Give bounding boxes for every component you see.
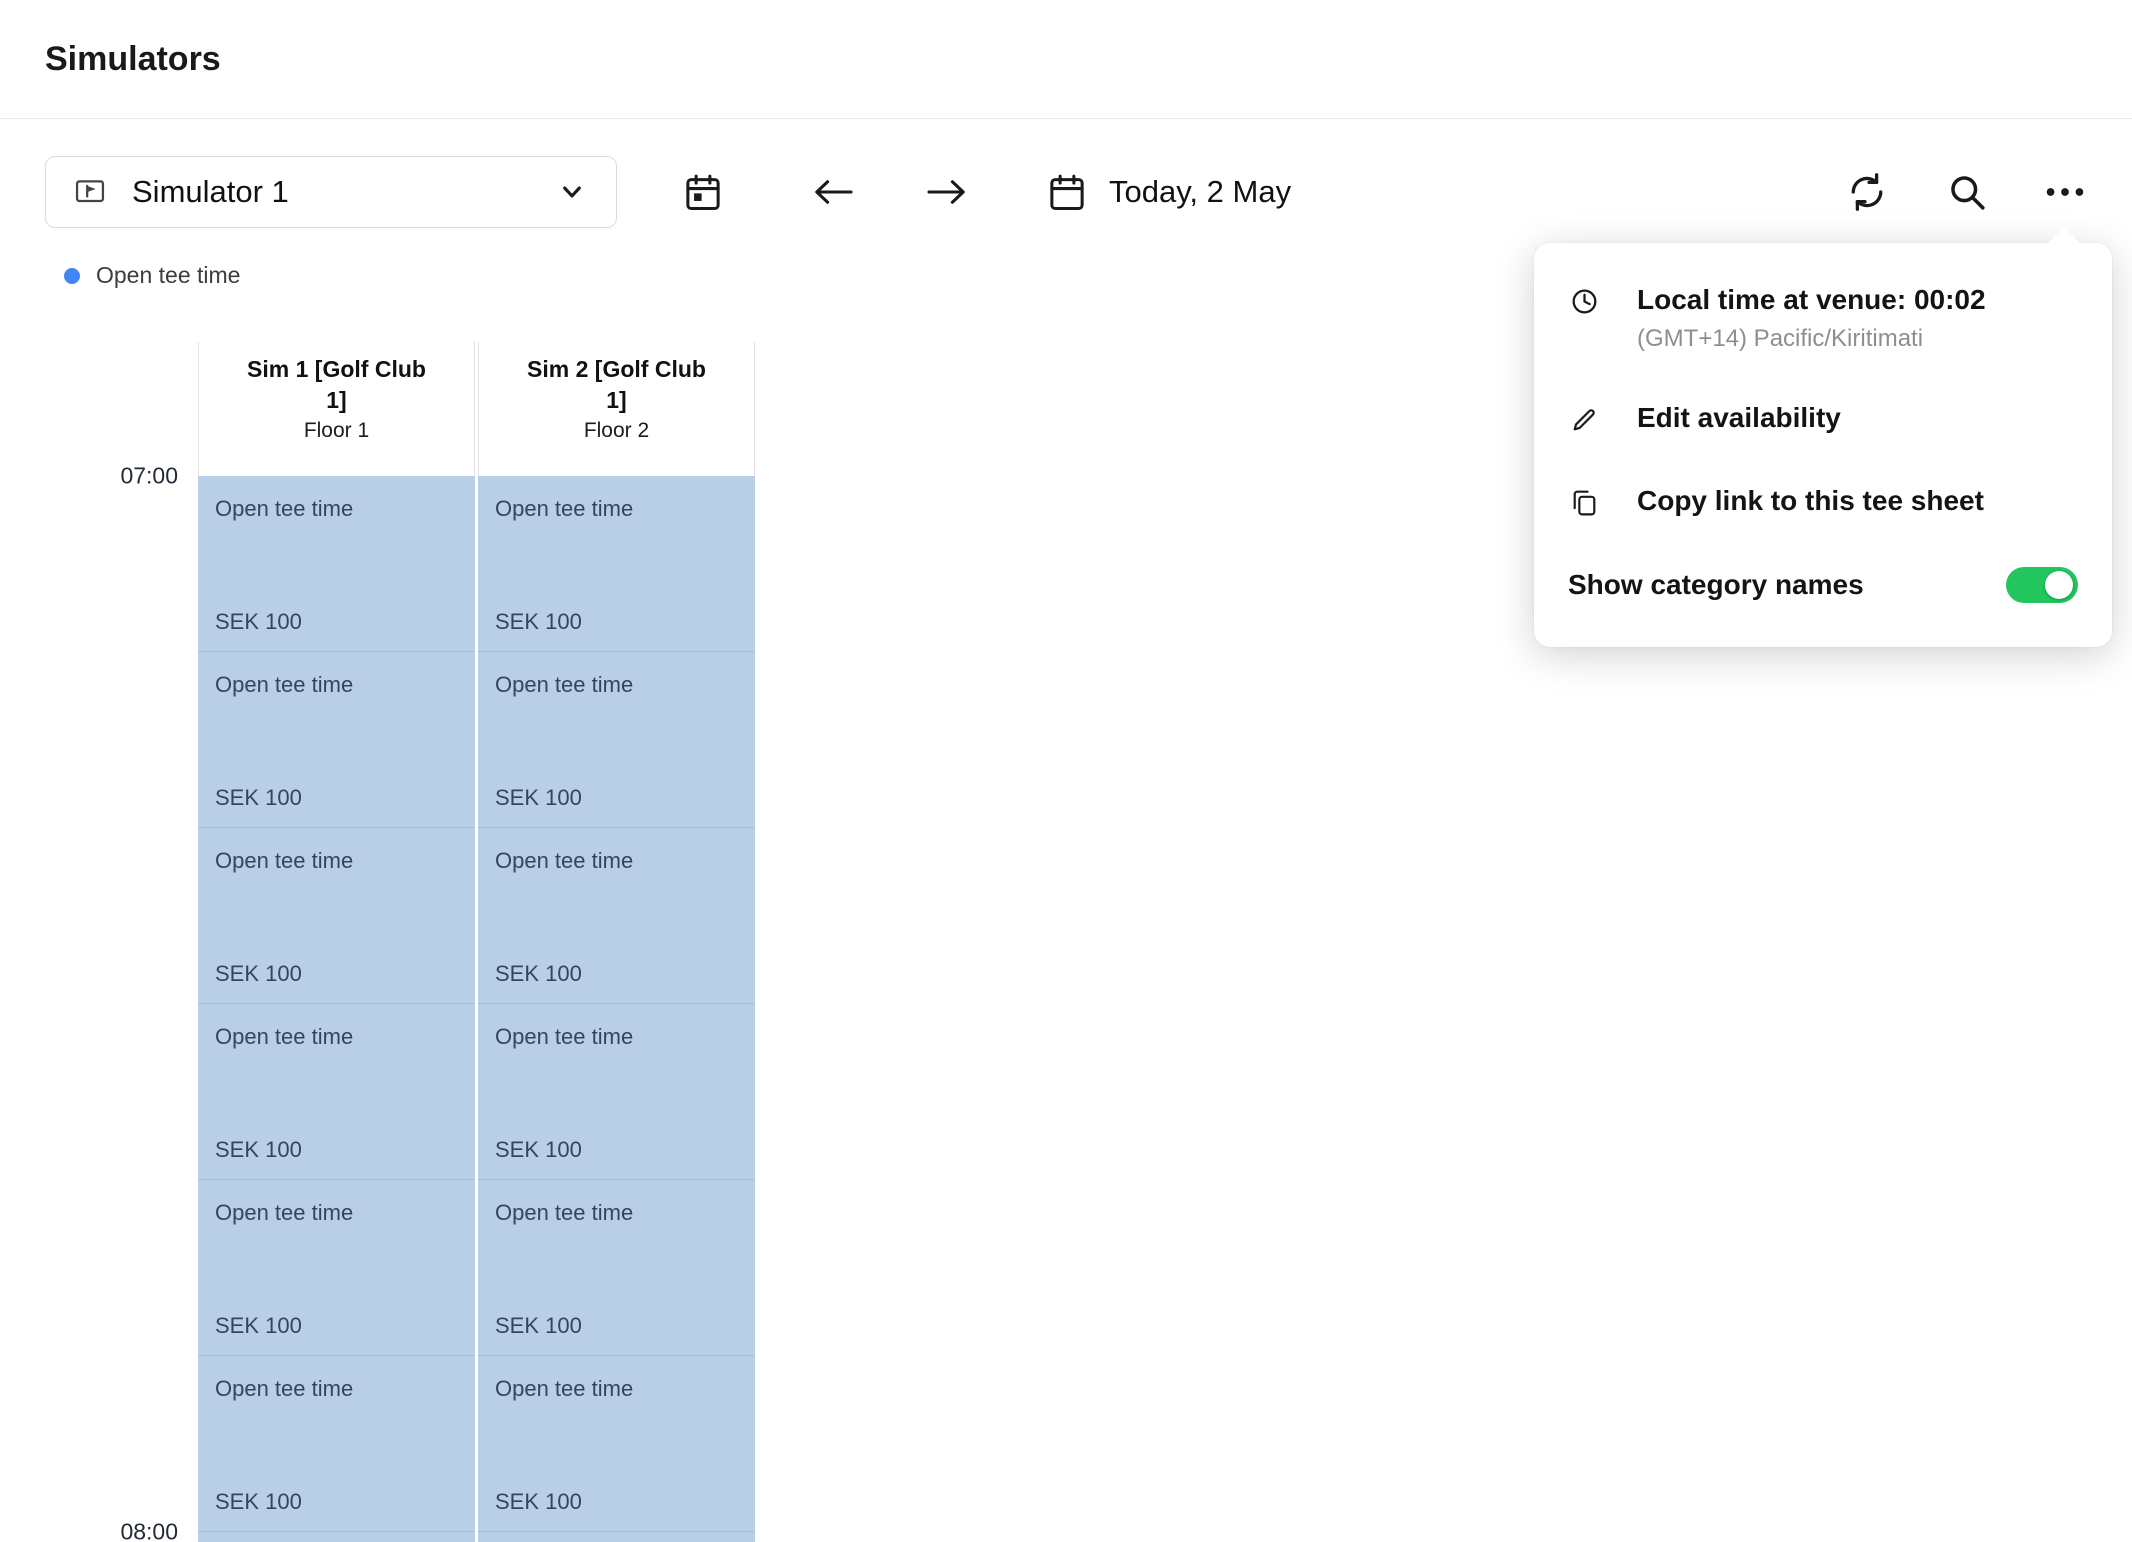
menu-item-edit-availability[interactable]: Edit availability <box>1568 401 2078 436</box>
tee-time-slot[interactable]: Open tee time SEK 100 <box>198 1356 475 1532</box>
app-root: Simulators Simulator 1 <box>0 0 2132 1542</box>
more-options-button[interactable] <box>2043 170 2087 214</box>
slot-price: SEK 100 <box>495 785 582 811</box>
simulator-select-value: Simulator 1 <box>132 174 530 210</box>
legend-dot <box>64 268 80 284</box>
date-label: Today, 2 May <box>1109 174 1291 210</box>
slot-price: SEK 100 <box>495 1137 582 1163</box>
slot-label: Open tee time <box>495 1024 755 1050</box>
tee-time-slot[interactable]: Open tee time SEK 100 <box>198 1532 475 1542</box>
search-button[interactable] <box>1945 170 1989 214</box>
toggle-knob <box>2045 571 2073 599</box>
slot-label: Open tee time <box>215 672 475 698</box>
slot-label: Open tee time <box>215 1376 475 1402</box>
slot-price: SEK 100 <box>215 609 302 635</box>
slot-label: Open tee time <box>495 496 755 522</box>
slot-label: Open tee time <box>495 1200 755 1226</box>
tee-time-slot[interactable]: Open tee time SEK 100 <box>478 1180 755 1356</box>
tee-time-slot[interactable]: Open tee time SEK 100 <box>478 652 755 828</box>
slot-price: SEK 100 <box>215 1489 302 1515</box>
slot-label: Open tee time <box>495 672 755 698</box>
slot-price: SEK 100 <box>215 1313 302 1339</box>
tee-time-slot[interactable]: Open tee time SEK 100 <box>478 828 755 1004</box>
menu-item-label: Copy link to this tee sheet <box>1637 484 1984 518</box>
jump-to-date-button[interactable] <box>681 170 725 214</box>
slot-price: SEK 100 <box>495 1489 582 1515</box>
page-title: Simulators <box>45 40 221 79</box>
column-header: Sim 1 [Golf Club 1] Floor 1 <box>198 342 475 476</box>
tee-time-slot[interactable]: Open tee time SEK 100 <box>478 476 755 652</box>
tee-time-slot[interactable]: Open tee time SEK 100 <box>478 1532 755 1542</box>
tee-time-slot[interactable]: Open tee time SEK 100 <box>198 652 475 828</box>
menu-caret <box>2047 227 2081 261</box>
clock-icon <box>1568 283 1601 318</box>
local-time-item: Local time at venue: 00:02 (GMT+14) Paci… <box>1568 283 2078 353</box>
toggle-label: Show category names <box>1568 568 1864 602</box>
time-gutter: 07:00 08:00 <box>0 342 198 1542</box>
sheet-column-sim2: Sim 2 [Golf Club 1] Floor 2 Open tee tim… <box>478 342 755 1542</box>
time-label: 07:00 <box>120 463 178 490</box>
copy-icon <box>1568 484 1601 519</box>
sheet-column-sim1: Sim 1 [Golf Club 1] Floor 1 Open tee tim… <box>198 342 475 1542</box>
slot-label: Open tee time <box>495 848 755 874</box>
tee-time-slot[interactable]: Open tee time SEK 100 <box>478 1356 755 1532</box>
local-time-subtitle: (GMT+14) Pacific/Kiritimati <box>1637 325 1986 353</box>
calendar-icon <box>1045 170 1089 214</box>
tee-time-slot[interactable]: Open tee time SEK 100 <box>478 1004 755 1180</box>
tee-time-slot[interactable]: Open tee time SEK 100 <box>198 828 475 1004</box>
legend-label: Open tee time <box>96 262 240 289</box>
slot-price: SEK 100 <box>215 785 302 811</box>
arrow-left-icon <box>809 172 857 212</box>
tee-time-slot[interactable]: Open tee time SEK 100 <box>198 1180 475 1356</box>
column-subtitle: Floor 2 <box>479 419 754 443</box>
column-cells: Open tee time SEK 100 Open tee time SEK … <box>198 476 475 1542</box>
slot-label: Open tee time <box>215 848 475 874</box>
column-subtitle: Floor 1 <box>199 419 474 443</box>
tee-time-slot[interactable]: Open tee time SEK 100 <box>198 1004 475 1180</box>
page-header: Simulators <box>0 0 2132 119</box>
slot-price: SEK 100 <box>495 1313 582 1339</box>
prev-day-button[interactable] <box>809 172 857 212</box>
arrow-right-icon <box>923 172 971 212</box>
next-day-button[interactable] <box>923 172 971 212</box>
tee-time-slot[interactable]: Open tee time SEK 100 <box>198 476 475 652</box>
simulator-select[interactable]: Simulator 1 <box>45 156 617 228</box>
show-category-names-toggle[interactable] <box>2006 567 2078 603</box>
simulator-icon <box>72 174 108 210</box>
slot-price: SEK 100 <box>495 961 582 987</box>
chevron-down-icon <box>554 174 590 210</box>
time-label: 08:00 <box>120 1519 178 1542</box>
tee-sheet: 07:00 08:00 Sim 1 [Golf Club 1] Floor 1 … <box>0 342 758 1542</box>
options-menu: Local time at venue: 00:02 (GMT+14) Paci… <box>1534 243 2112 647</box>
show-category-names-row: Show category names <box>1568 567 2078 603</box>
column-title: Sim 2 [Golf Club 1] <box>514 354 719 416</box>
refresh-button[interactable] <box>1845 170 1889 214</box>
slot-label: Open tee time <box>215 1024 475 1050</box>
date-display[interactable]: Today, 2 May <box>1045 170 1291 214</box>
slot-label: Open tee time <box>215 1200 475 1226</box>
slot-label: Open tee time <box>495 1376 755 1402</box>
ellipsis-icon <box>2043 170 2087 214</box>
slot-price: SEK 100 <box>495 609 582 635</box>
column-header: Sim 2 [Golf Club 1] Floor 2 <box>478 342 755 476</box>
slot-price: SEK 100 <box>215 961 302 987</box>
local-time-title: Local time at venue: 00:02 <box>1637 283 1986 317</box>
refresh-icon <box>1845 170 1889 214</box>
toolbar: Simulator 1 <box>45 156 2087 228</box>
slot-label: Open tee time <box>215 496 475 522</box>
menu-item-label: Edit availability <box>1637 401 1841 435</box>
column-title: Sim 1 [Golf Club 1] <box>234 354 439 416</box>
calendar-day-icon <box>681 170 725 214</box>
column-cells: Open tee time SEK 100 Open tee time SEK … <box>478 476 755 1542</box>
search-icon <box>1945 170 1989 214</box>
menu-item-copy-link[interactable]: Copy link to this tee sheet <box>1568 484 2078 519</box>
slot-price: SEK 100 <box>215 1137 302 1163</box>
local-time-text: Local time at venue: 00:02 (GMT+14) Paci… <box>1637 283 1986 353</box>
pencil-icon <box>1568 401 1601 436</box>
